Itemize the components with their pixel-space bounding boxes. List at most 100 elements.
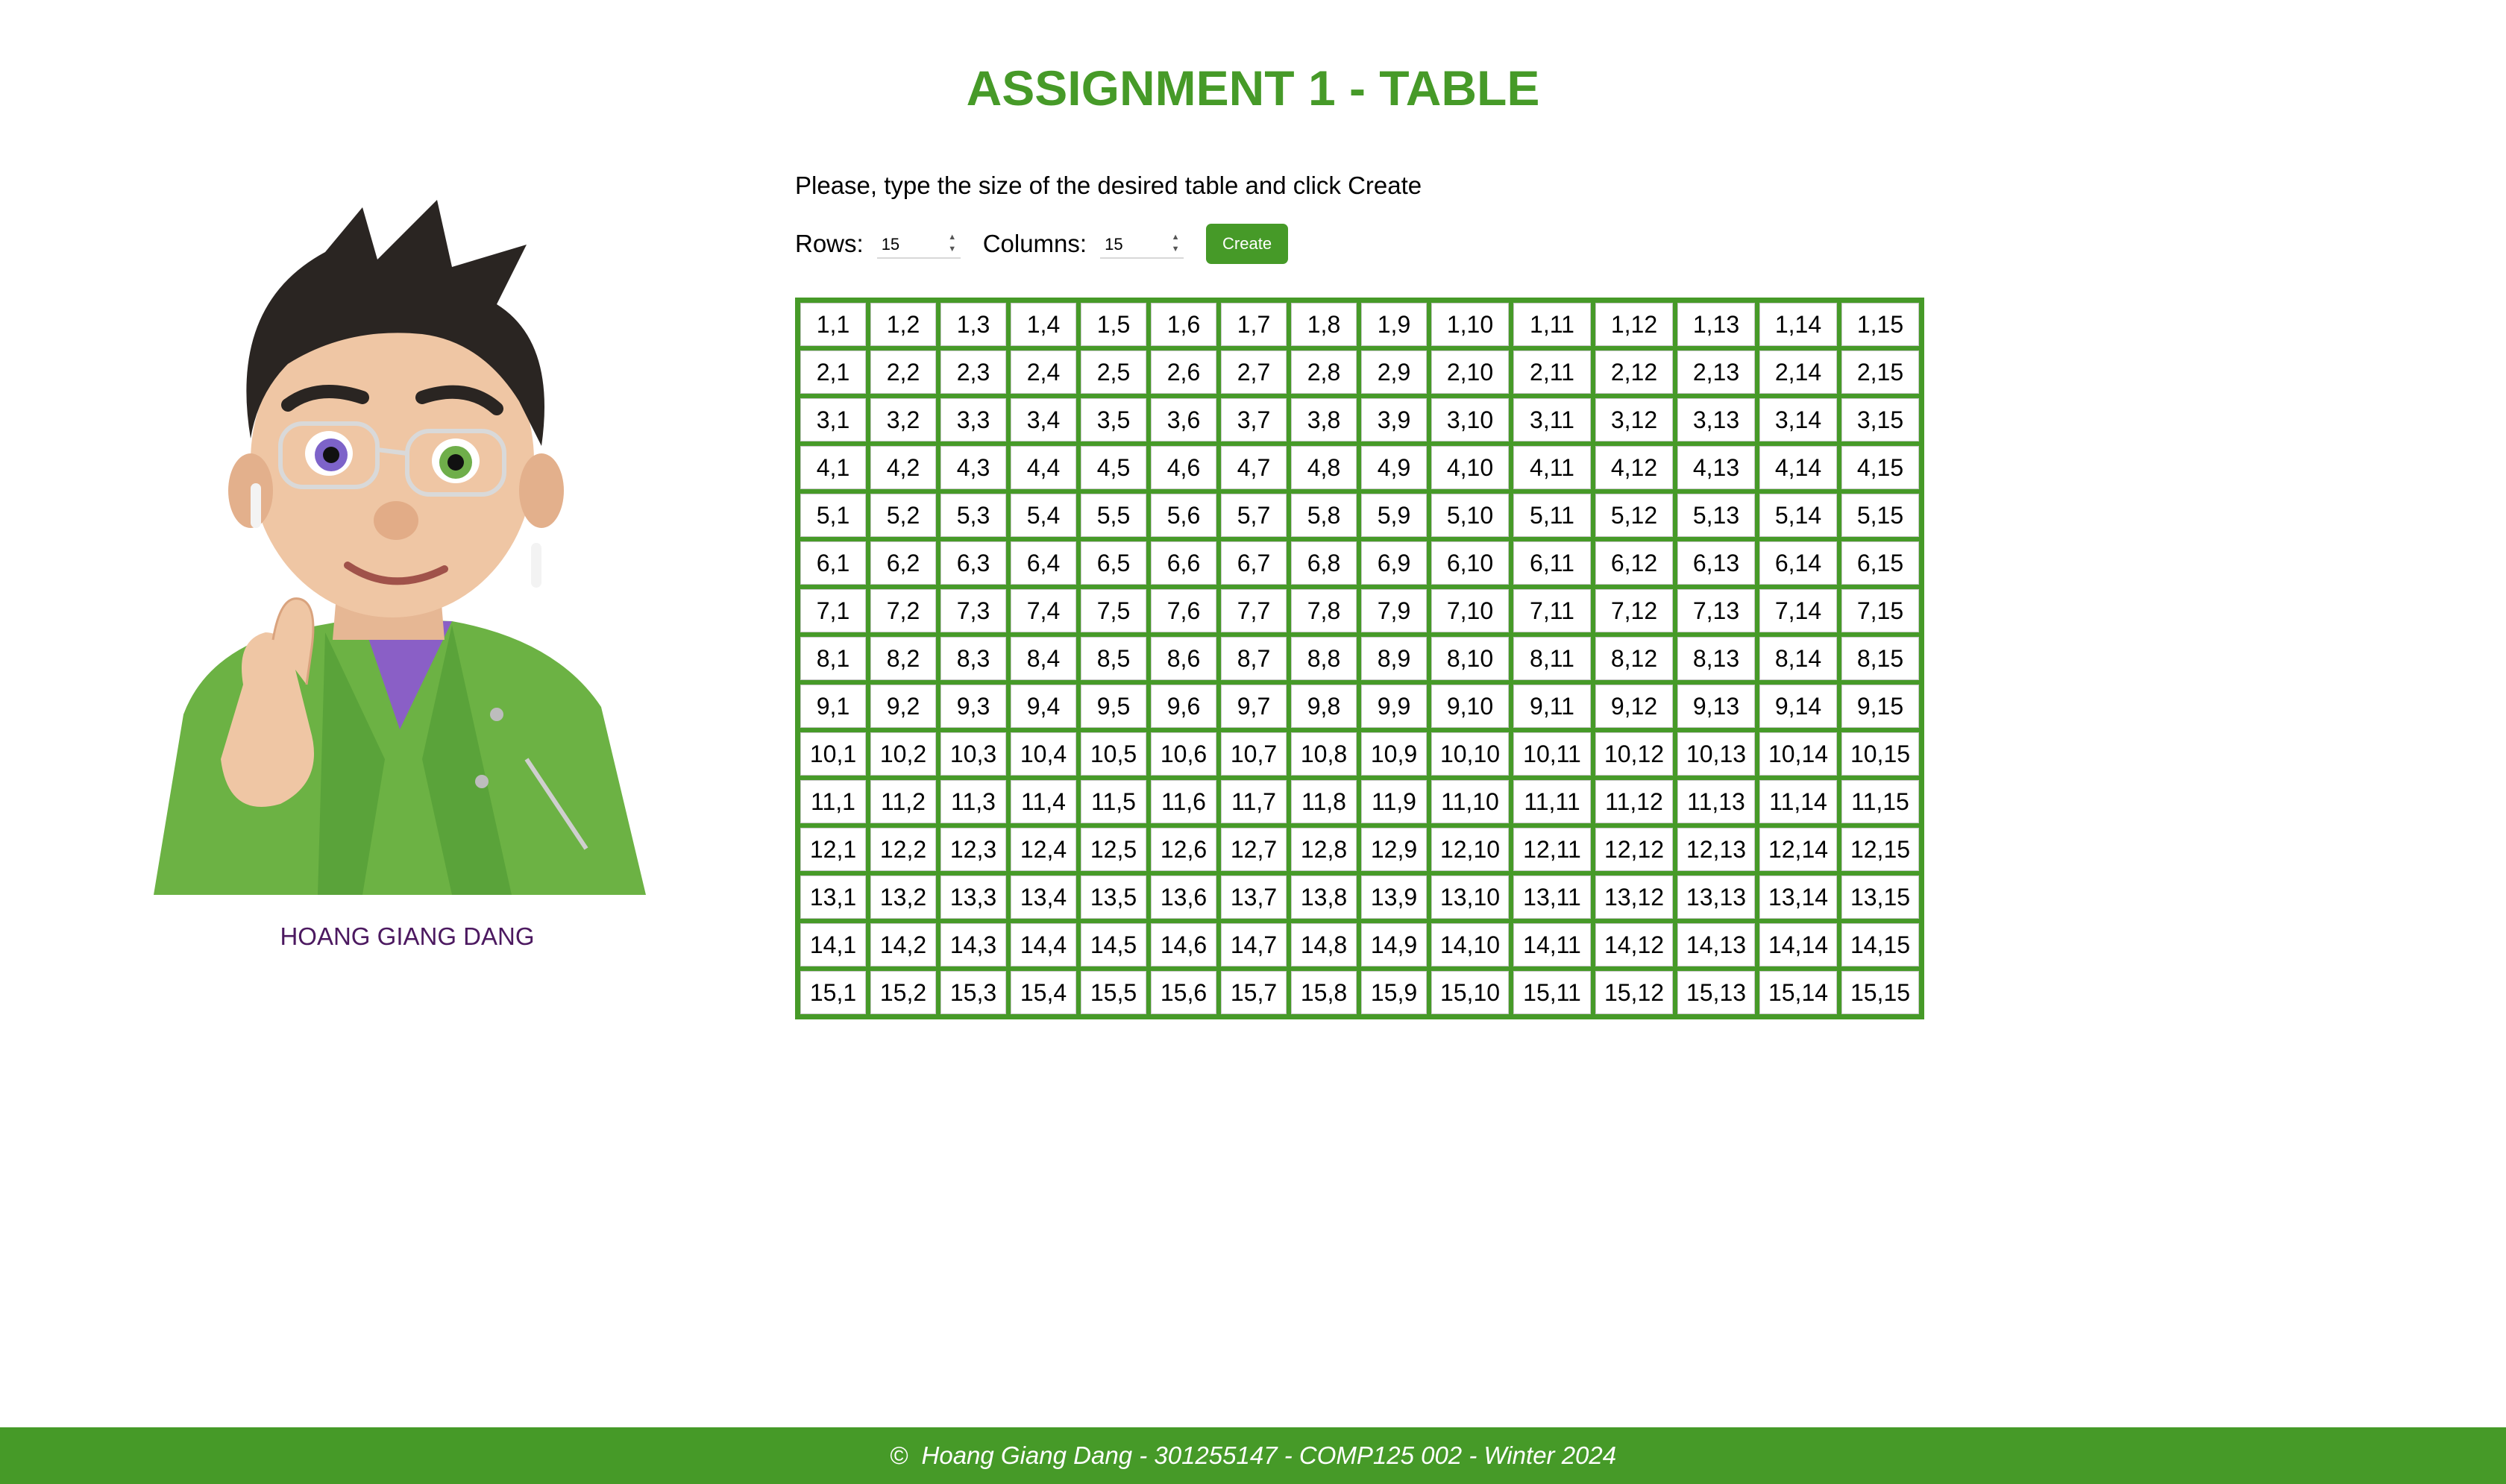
table-cell: 4,13 bbox=[1677, 446, 1755, 489]
table-cell: 13,3 bbox=[940, 875, 1006, 919]
table-cell: 9,11 bbox=[1513, 685, 1591, 728]
table-cell: 15,11 bbox=[1513, 971, 1591, 1014]
table-row: 14,1 14,2 14,3 14,4 14,5 14,6 14,7 14,8 14,9 14,1… bbox=[800, 923, 1919, 966]
chevron-down-icon[interactable]: ▼ bbox=[1172, 245, 1180, 254]
table-cell: 11,10 bbox=[1431, 780, 1509, 823]
table-cell: 3,9 bbox=[1361, 398, 1427, 441]
table-cell: 8,15 bbox=[1841, 637, 1919, 680]
table-cell: 9,2 bbox=[870, 685, 936, 728]
table-cell: 15,3 bbox=[940, 971, 1006, 1014]
table-cell: 8,4 bbox=[1011, 637, 1076, 680]
table-cell: 12,8 bbox=[1291, 828, 1357, 871]
table-cell: 7,8 bbox=[1291, 589, 1357, 632]
table-cell: 10,11 bbox=[1513, 732, 1591, 776]
table-cell: 13,5 bbox=[1081, 875, 1146, 919]
table-cell: 5,7 bbox=[1221, 494, 1287, 537]
create-button[interactable]: Create bbox=[1206, 224, 1289, 264]
table-cell: 3,8 bbox=[1291, 398, 1357, 441]
table-cell: 14,10 bbox=[1431, 923, 1509, 966]
table-cell: 12,6 bbox=[1151, 828, 1216, 871]
table-cell: 6,5 bbox=[1081, 541, 1146, 585]
table-cell: 10,6 bbox=[1151, 732, 1216, 776]
table-cell: 15,9 bbox=[1361, 971, 1427, 1014]
table-cell: 7,5 bbox=[1081, 589, 1146, 632]
table-cell: 15,1 bbox=[800, 971, 866, 1014]
table-cell: 3,4 bbox=[1011, 398, 1076, 441]
table-cell: 10,1 bbox=[800, 732, 866, 776]
table-cell: 13,8 bbox=[1291, 875, 1357, 919]
table-cell: 14,14 bbox=[1759, 923, 1837, 966]
table-cell: 7,13 bbox=[1677, 589, 1755, 632]
table-cell: 15,13 bbox=[1677, 971, 1755, 1014]
table-cell: 14,5 bbox=[1081, 923, 1146, 966]
chevron-up-icon[interactable]: ▲ bbox=[1172, 233, 1180, 242]
table-cell: 2,6 bbox=[1151, 350, 1216, 394]
columns-spinner[interactable]: ▲ ▼ bbox=[1170, 233, 1181, 254]
table-cell: 14,6 bbox=[1151, 923, 1216, 966]
table-cell: 8,10 bbox=[1431, 637, 1509, 680]
table-cell: 1,4 bbox=[1011, 303, 1076, 346]
table-cell: 13,2 bbox=[870, 875, 936, 919]
table-cell: 7,3 bbox=[940, 589, 1006, 632]
table-row: 1,1 1,2 1,3 1,4 1,5 1,6 1,7 1,8 1,9 1,10 1,11 1,12 1… bbox=[800, 303, 1919, 346]
table-cell: 8,1 bbox=[800, 637, 866, 680]
table-cell: 4,2 bbox=[870, 446, 936, 489]
table-cell: 3,3 bbox=[940, 398, 1006, 441]
table-row: 13,1 13,2 13,3 13,4 13,5 13,6 13,7 13,8 13,9 13,1… bbox=[800, 875, 1919, 919]
table-cell: 5,5 bbox=[1081, 494, 1146, 537]
table-cell: 3,12 bbox=[1595, 398, 1673, 441]
table-cell: 4,11 bbox=[1513, 446, 1591, 489]
table-cell: 3,14 bbox=[1759, 398, 1837, 441]
table-cell: 2,9 bbox=[1361, 350, 1427, 394]
table-cell: 12,15 bbox=[1841, 828, 1919, 871]
table-cell: 7,11 bbox=[1513, 589, 1591, 632]
table-cell: 12,2 bbox=[870, 828, 936, 871]
table-cell: 13,7 bbox=[1221, 875, 1287, 919]
table-cell: 10,7 bbox=[1221, 732, 1287, 776]
rows-spinner[interactable]: ▲ ▼ bbox=[947, 233, 958, 254]
table-cell: 6,12 bbox=[1595, 541, 1673, 585]
instructions-text: Please, type the size of the desired tab… bbox=[795, 172, 1422, 199]
columns-stepper[interactable]: ▲ ▼ bbox=[1100, 229, 1184, 259]
page-title: ASSIGNMENT 1 - TABLE bbox=[966, 60, 1540, 116]
table-cell: 7,15 bbox=[1841, 589, 1919, 632]
table-cell: 7,4 bbox=[1011, 589, 1076, 632]
chevron-down-icon[interactable]: ▼ bbox=[948, 245, 956, 254]
table-cell: 3,1 bbox=[800, 398, 866, 441]
table-cell: 8,12 bbox=[1595, 637, 1673, 680]
table-cell: 14,13 bbox=[1677, 923, 1755, 966]
table-cell: 5,15 bbox=[1841, 494, 1919, 537]
table-cell: 2,12 bbox=[1595, 350, 1673, 394]
table-cell: 2,7 bbox=[1221, 350, 1287, 394]
table-cell: 11,5 bbox=[1081, 780, 1146, 823]
table-cell: 8,13 bbox=[1677, 637, 1755, 680]
table-cell: 10,8 bbox=[1291, 732, 1357, 776]
table-cell: 9,6 bbox=[1151, 685, 1216, 728]
table-cell: 10,3 bbox=[940, 732, 1006, 776]
table-cell: 3,6 bbox=[1151, 398, 1216, 441]
rows-stepper[interactable]: ▲ ▼ bbox=[876, 229, 961, 259]
footer-text: © Hoang Giang Dang - 301255147 - COMP125… bbox=[889, 1441, 1617, 1469]
table-cell: 6,2 bbox=[870, 541, 936, 585]
table-cell: 7,2 bbox=[870, 589, 936, 632]
table-cell: 11,9 bbox=[1361, 780, 1427, 823]
table-cell: 15,14 bbox=[1759, 971, 1837, 1014]
table-cell: 11,2 bbox=[870, 780, 936, 823]
table-cell: 9,15 bbox=[1841, 685, 1919, 728]
table-cell: 7,1 bbox=[800, 589, 866, 632]
table-cell: 1,6 bbox=[1151, 303, 1216, 346]
table-cell: 1,15 bbox=[1841, 303, 1919, 346]
table-cell: 13,15 bbox=[1841, 875, 1919, 919]
table-cell: 3,7 bbox=[1221, 398, 1287, 441]
table-cell: 13,6 bbox=[1151, 875, 1216, 919]
columns-input[interactable] bbox=[1100, 229, 1161, 256]
table-cell: 2,3 bbox=[940, 350, 1006, 394]
table-cell: 2,4 bbox=[1011, 350, 1076, 394]
chevron-up-icon[interactable]: ▲ bbox=[948, 233, 956, 242]
table-cell: 2,10 bbox=[1431, 350, 1509, 394]
table-cell: 8,2 bbox=[870, 637, 936, 680]
rows-input[interactable] bbox=[876, 229, 937, 256]
table-cell: 10,15 bbox=[1841, 732, 1919, 776]
table-cell: 3,2 bbox=[870, 398, 936, 441]
table-cell: 1,5 bbox=[1081, 303, 1146, 346]
